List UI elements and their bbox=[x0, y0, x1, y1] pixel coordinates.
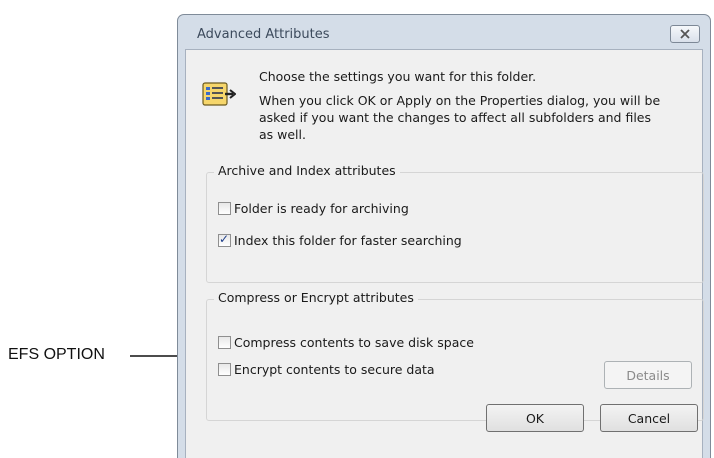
info-line-2: asked if you want the changes to affect … bbox=[259, 110, 651, 125]
dialog-title: Advanced Attributes bbox=[197, 27, 330, 42]
info-line-1: When you click OK or Apply on the Proper… bbox=[259, 93, 661, 108]
info-text: Choose the settings you want for this fo… bbox=[259, 68, 699, 143]
encrypt-checkbox[interactable] bbox=[218, 363, 231, 376]
ok-button[interactable]: OK bbox=[486, 404, 584, 432]
compress-encrypt-group: Compress or Encrypt attributes Compress … bbox=[206, 290, 704, 421]
archive-group-label: Archive and Index attributes bbox=[214, 163, 400, 178]
advanced-attributes-dialog: Advanced Attributes Choose the settings … bbox=[177, 14, 711, 458]
info-line-3: as well. bbox=[259, 127, 306, 142]
details-button[interactable]: Details bbox=[604, 361, 692, 389]
encrypt-checkbox-row[interactable]: Encrypt contents to secure data bbox=[218, 362, 435, 377]
close-button[interactable] bbox=[670, 25, 700, 43]
archive-index-group: Archive and Index attributes Folder is r… bbox=[206, 163, 704, 283]
compress-group-label: Compress or Encrypt attributes bbox=[214, 290, 418, 305]
dialog-content: Choose the settings you want for this fo… bbox=[185, 49, 704, 458]
cancel-button[interactable]: Cancel bbox=[600, 404, 698, 432]
info-heading: Choose the settings you want for this fo… bbox=[259, 69, 537, 84]
efs-option-annotation: EFS OPTION bbox=[8, 346, 105, 363]
archive-checkbox[interactable] bbox=[218, 202, 231, 215]
folder-properties-icon bbox=[202, 82, 236, 106]
index-checkbox-row[interactable]: ✓ Index this folder for faster searching bbox=[218, 232, 462, 248]
archive-checkbox-row[interactable]: Folder is ready for archiving bbox=[218, 201, 409, 216]
compress-checkbox-row[interactable]: Compress contents to save disk space bbox=[218, 335, 474, 350]
checkmark-icon: ✓ bbox=[219, 232, 230, 246]
close-icon bbox=[680, 29, 690, 39]
index-checkbox[interactable]: ✓ bbox=[218, 232, 231, 247]
index-checkbox-label: Index this folder for faster searching bbox=[234, 233, 462, 248]
archive-checkbox-label: Folder is ready for archiving bbox=[234, 201, 409, 216]
compress-checkbox[interactable] bbox=[218, 336, 231, 349]
compress-checkbox-label: Compress contents to save disk space bbox=[234, 335, 474, 350]
encrypt-checkbox-label: Encrypt contents to secure data bbox=[234, 362, 435, 377]
